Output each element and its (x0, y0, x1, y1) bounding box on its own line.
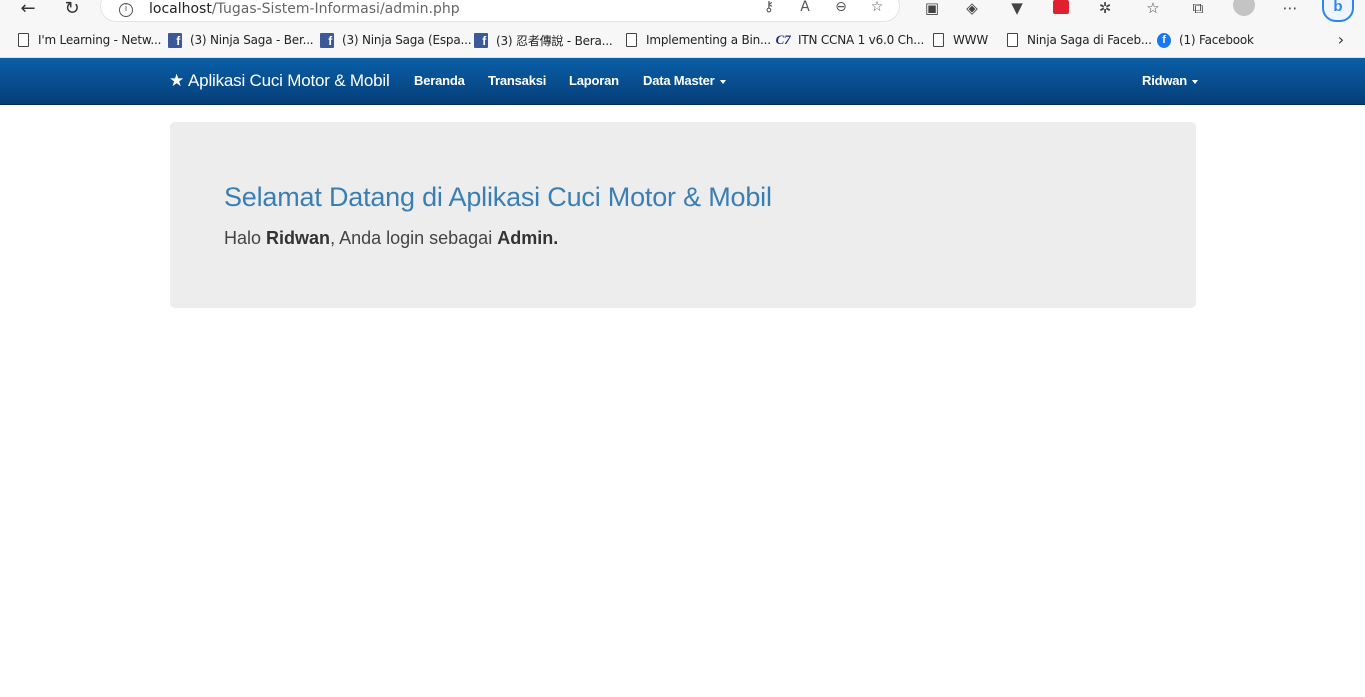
nav-item-transaksi[interactable]: Transaksi (488, 73, 546, 88)
nav-item-laporan[interactable]: Laporan (569, 73, 619, 88)
nav-label: Laporan (569, 73, 619, 88)
favorite-add-icon[interactable]: ☆ (867, 0, 887, 17)
role-bold: Admin. (497, 228, 559, 248)
welcome-title: Selamat Datang di Aplikasi Cuci Motor & … (224, 182, 772, 212)
extensions-puzzle-icon[interactable]: ✲ (1093, 0, 1117, 19)
caret-down-icon (719, 79, 726, 84)
bookmark-label: ITN CCNA 1 v6.0 Ch... (798, 33, 925, 47)
bookmark-item[interactable]: I'm Learning - Netw... (16, 28, 161, 52)
favorites-icon[interactable]: ☆ (1141, 0, 1165, 19)
bookmark-label: (3) Ninja Saga - Ber... (190, 33, 314, 47)
facebook-round-icon: f (1157, 32, 1171, 48)
bookmarks-bar: I'm Learning - Netw... f (3) Ninja Saga -… (0, 28, 1365, 52)
bookmark-label: Implementing a Bin... (646, 33, 771, 47)
browser-toolbar: ← ↻ i localhost/Tugas-Sistem-Informasi/a… (0, 0, 1365, 22)
zoom-out-icon[interactable]: ⊖ (831, 0, 851, 17)
welcome-message: Halo Ridwan, Anda login sebagai Admin. (224, 228, 558, 249)
back-arrow-icon[interactable]: ← (14, 0, 42, 20)
navbar: ★ Aplikasi Cuci Motor & Mobil Beranda Tra… (0, 58, 1365, 105)
extension-shield-icon[interactable]: ◈ (960, 0, 984, 19)
profile-avatar[interactable] (1233, 0, 1255, 16)
bookmark-item[interactable]: Ninja Saga di Faceb... (1005, 28, 1152, 52)
bookmark-label: Ninja Saga di Faceb... (1027, 33, 1152, 47)
bookmark-label: I'm Learning - Netw... (38, 33, 162, 47)
facebook-icon: f (474, 32, 488, 48)
nav-label: Data Master (643, 73, 715, 88)
nav-item-beranda[interactable]: Beranda (414, 73, 465, 88)
caret-down-icon (1192, 79, 1199, 84)
bookmark-label: (3) Ninja Saga (Espa... (342, 33, 472, 47)
user-name: Ridwan (1142, 73, 1188, 88)
bookmark-item[interactable]: f (3) 忍者傳說 - Bera... (474, 28, 613, 52)
bookmark-item[interactable]: WWW (931, 28, 988, 52)
read-aloud-icon[interactable]: A (795, 0, 815, 17)
collections-icon[interactable]: ⧉ (1186, 0, 1210, 19)
nav-item-data-master-dropdown[interactable]: Data Master (643, 73, 726, 88)
page-icon (624, 32, 638, 48)
address-host: localhost (149, 1, 212, 17)
bookmark-label: (1) Facebook (1179, 33, 1254, 47)
welcome-jumbotron: Selamat Datang di Aplikasi Cuci Motor & … (170, 122, 1196, 308)
refresh-icon[interactable]: ↻ (58, 0, 86, 20)
page-icon (931, 32, 945, 48)
more-menu-icon[interactable]: ⋯ (1278, 0, 1302, 19)
chevron-right-icon[interactable]: › (1333, 28, 1349, 52)
bookmark-item[interactable]: f (1) Facebook (1157, 28, 1254, 52)
brand-label: Aplikasi Cuci Motor & Mobil (188, 71, 390, 90)
facebook-icon: f (168, 32, 182, 48)
bookmark-item[interactable]: Implementing a Bin... (624, 28, 771, 52)
greeting-middle: , Anda login sebagai (330, 228, 493, 248)
bookmark-item[interactable]: C7 ITN CCNA 1 v6.0 Ch... (775, 28, 925, 52)
key-icon[interactable]: ⚷ (759, 0, 779, 17)
browser-chrome: ← ↻ i localhost/Tugas-Sistem-Informasi/a… (0, 0, 1365, 58)
address-path: /Tugas-Sistem-Informasi/admin.php (211, 1, 460, 17)
nav-label: Beranda (414, 73, 465, 88)
bing-icon[interactable]: b (1322, 0, 1354, 22)
extension-red-icon[interactable] (1053, 0, 1069, 14)
navbar-brand[interactable]: ★ Aplikasi Cuci Motor & Mobil (169, 71, 390, 91)
user-menu-dropdown[interactable]: Ridwan (1142, 73, 1199, 88)
info-icon[interactable]: i (119, 3, 133, 17)
star-icon: ★ (169, 71, 185, 91)
bookmark-item[interactable]: f (3) Ninja Saga (Espa... (320, 28, 472, 52)
nav-label: Transaksi (488, 73, 547, 88)
bookmark-item[interactable]: f (3) Ninja Saga - Ber... (168, 28, 314, 52)
facebook-icon: f (320, 32, 334, 48)
page-icon (16, 32, 30, 48)
user-name-bold: Ridwan (266, 228, 331, 248)
bookmark-ribbon-icon[interactable]: ▼ (1005, 0, 1029, 19)
bookmark-label: (3) 忍者傳說 - Bera... (496, 33, 613, 48)
page-icon (1005, 32, 1019, 48)
c7-icon: C7 (775, 32, 791, 47)
extension-excel-icon[interactable]: ▣ (920, 0, 944, 19)
address-bar[interactable]: i localhost/Tugas-Sistem-Informasi/admin… (100, 0, 900, 22)
greeting-prefix: Halo (224, 228, 262, 248)
address-url[interactable]: localhost/Tugas-Sistem-Informasi/admin.p… (149, 1, 460, 17)
bookmark-label: WWW (953, 33, 988, 47)
